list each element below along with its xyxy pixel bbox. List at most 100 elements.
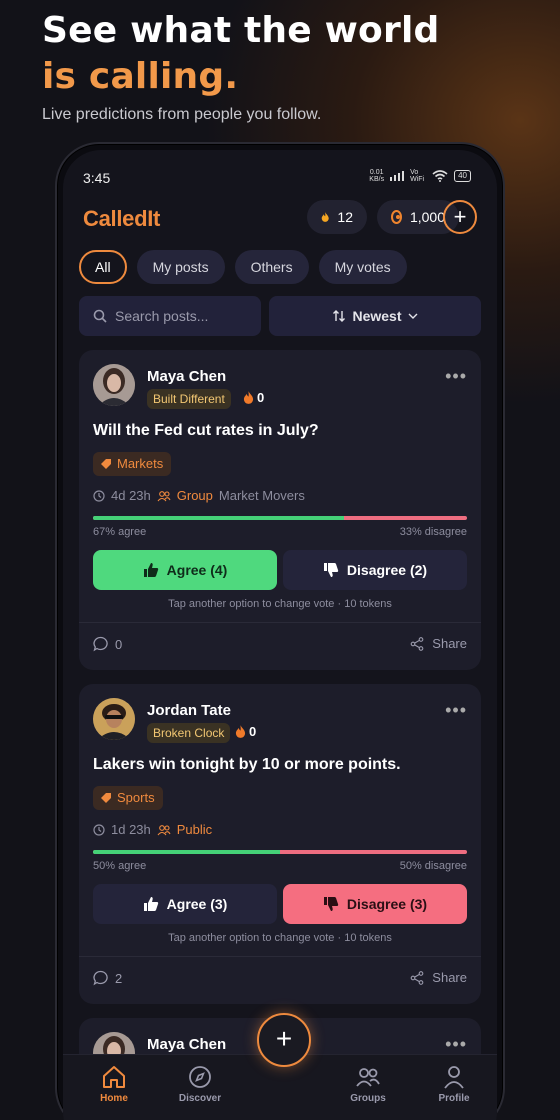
avatar[interactable] <box>93 698 135 740</box>
post-question: Will the Fed cut rates in July? <box>93 422 319 439</box>
share-icon <box>410 970 424 985</box>
category-tag[interactable]: Markets <box>93 452 172 476</box>
disagree-button[interactable]: Disagree (2) <box>283 550 467 590</box>
more-options-icon[interactable]: ••• <box>445 1034 467 1055</box>
post-meta: 1d 23h Public <box>93 822 212 837</box>
app-header: CalledIt 12 1,000 + <box>83 200 477 236</box>
create-post-button[interactable]: + <box>443 200 477 234</box>
search-placeholder: Search posts... <box>115 308 209 324</box>
share-icon <box>410 636 424 651</box>
streak-pill[interactable]: 12 <box>307 200 367 234</box>
author-streak: 0 <box>243 390 264 405</box>
comment-icon <box>93 970 108 986</box>
flame-icon <box>243 391 254 404</box>
phone-frame: 3:45 0.01 KB/s Vo WiFi 40 CalledIt 12 1,0… <box>55 142 505 1120</box>
tab-home[interactable]: Home <box>79 1065 149 1104</box>
thumbs-down-icon <box>323 897 339 911</box>
compass-icon <box>189 1066 211 1088</box>
post-question: Lakers win tonight by 10 or more points. <box>93 756 401 773</box>
search-input[interactable]: Search posts... <box>79 296 261 336</box>
tag-icon <box>101 459 111 469</box>
post-card: Maya Chen Built Different 0 ••• Will the… <box>79 350 481 670</box>
agree-fill <box>93 850 280 854</box>
time-left: 1d 23h <box>111 822 151 837</box>
author-streak: 0 <box>235 724 256 739</box>
volte-label: Vo WiFi <box>410 169 425 183</box>
disagree-percent: 33% disagree <box>399 526 467 538</box>
promo-headline: See what the world is calling. <box>42 8 439 100</box>
thumbs-up-icon <box>143 563 158 577</box>
battery-icon: 40 <box>454 170 471 182</box>
more-options-icon[interactable]: ••• <box>445 366 467 387</box>
tab-groups[interactable]: Groups <box>333 1065 403 1104</box>
visibility-label: Public <box>176 822 213 837</box>
tab-discover[interactable]: Discover <box>165 1065 235 1104</box>
flame-icon <box>321 212 329 222</box>
coin-icon <box>391 210 402 224</box>
filter-tabs: All My posts Others My votes <box>79 250 407 284</box>
filter-others[interactable]: Others <box>234 250 309 284</box>
token-balance: 1,000 <box>409 209 445 225</box>
author-name[interactable]: Maya Chen <box>147 368 226 385</box>
search-icon <box>93 309 107 323</box>
author-badge: Built Different <box>147 389 231 409</box>
category-tag[interactable]: Sports <box>93 786 163 810</box>
chevron-down-icon <box>408 313 418 319</box>
headline-line-1: See what the world <box>42 10 440 51</box>
divider <box>79 956 481 957</box>
agree-fill <box>93 516 344 520</box>
sort-icon <box>333 310 346 322</box>
filter-my-posts[interactable]: My posts <box>136 250 225 284</box>
vote-progress-bar <box>93 516 467 520</box>
status-icons: 0.01 KB/s Vo WiFi 40 <box>369 169 471 183</box>
group-icon <box>157 824 171 835</box>
disagree-button[interactable]: Disagree (3) <box>283 884 467 924</box>
status-time: 3:45 <box>83 170 111 186</box>
author-name[interactable]: Maya Chen <box>147 1036 226 1053</box>
vote-hint: Tap another option to change vote · 10 t… <box>168 598 392 610</box>
group-icon <box>157 490 171 501</box>
network-speed: 0.01 KB/s <box>369 169 385 183</box>
filter-all[interactable]: All <box>79 250 127 284</box>
wifi-icon <box>432 170 448 182</box>
share-button[interactable]: Share <box>410 636 467 651</box>
status-bar: 3:45 0.01 KB/s Vo WiFi 40 <box>63 164 497 186</box>
more-options-icon[interactable]: ••• <box>445 700 467 721</box>
share-button[interactable]: Share <box>410 970 467 985</box>
agree-button[interactable]: Agree (4) <box>93 550 277 590</box>
agree-percent: 50% agree <box>93 860 147 872</box>
avatar[interactable] <box>93 364 135 406</box>
filter-my-votes[interactable]: My votes <box>318 250 407 284</box>
post-card: Jordan Tate Broken Clock 0 ••• Lakers wi… <box>79 684 481 1004</box>
promo-subtitle: Live predictions from people you follow. <box>42 106 322 123</box>
author-name[interactable]: Jordan Tate <box>147 702 231 719</box>
agree-button[interactable]: Agree (3) <box>93 884 277 924</box>
comments-button[interactable]: 2 <box>93 970 122 986</box>
headline-line-2: is calling. <box>42 56 239 97</box>
groups-icon <box>356 1068 380 1087</box>
new-prediction-button[interactable]: + <box>257 1013 311 1067</box>
bottom-nav: Home Discover + Groups Profile <box>63 1013 497 1120</box>
visibility-label: Group <box>176 488 213 503</box>
vote-hint: Tap another option to change vote · 10 t… <box>168 932 392 944</box>
tab-profile[interactable]: Profile <box>419 1065 489 1104</box>
group-name[interactable]: Market Movers <box>219 488 305 503</box>
app-title: CalledIt <box>83 206 161 231</box>
agree-percent: 67% agree <box>93 526 147 538</box>
thumbs-up-icon <box>143 897 158 911</box>
sort-dropdown[interactable]: Newest <box>269 296 481 336</box>
vote-progress-bar <box>93 850 467 854</box>
signal-icon <box>390 171 405 181</box>
divider <box>79 622 481 623</box>
clock-icon <box>93 489 105 502</box>
author-badge: Broken Clock <box>147 723 231 743</box>
tag-icon <box>101 793 111 803</box>
clock-icon <box>93 823 105 836</box>
time-left: 4d 23h <box>111 488 151 503</box>
profile-icon <box>444 1066 464 1089</box>
comment-icon <box>93 636 108 652</box>
sort-label: Newest <box>352 308 402 324</box>
streak-count: 12 <box>337 209 353 225</box>
post-meta: 4d 23h Group Market Movers <box>93 488 305 503</box>
comments-button[interactable]: 0 <box>93 636 122 652</box>
